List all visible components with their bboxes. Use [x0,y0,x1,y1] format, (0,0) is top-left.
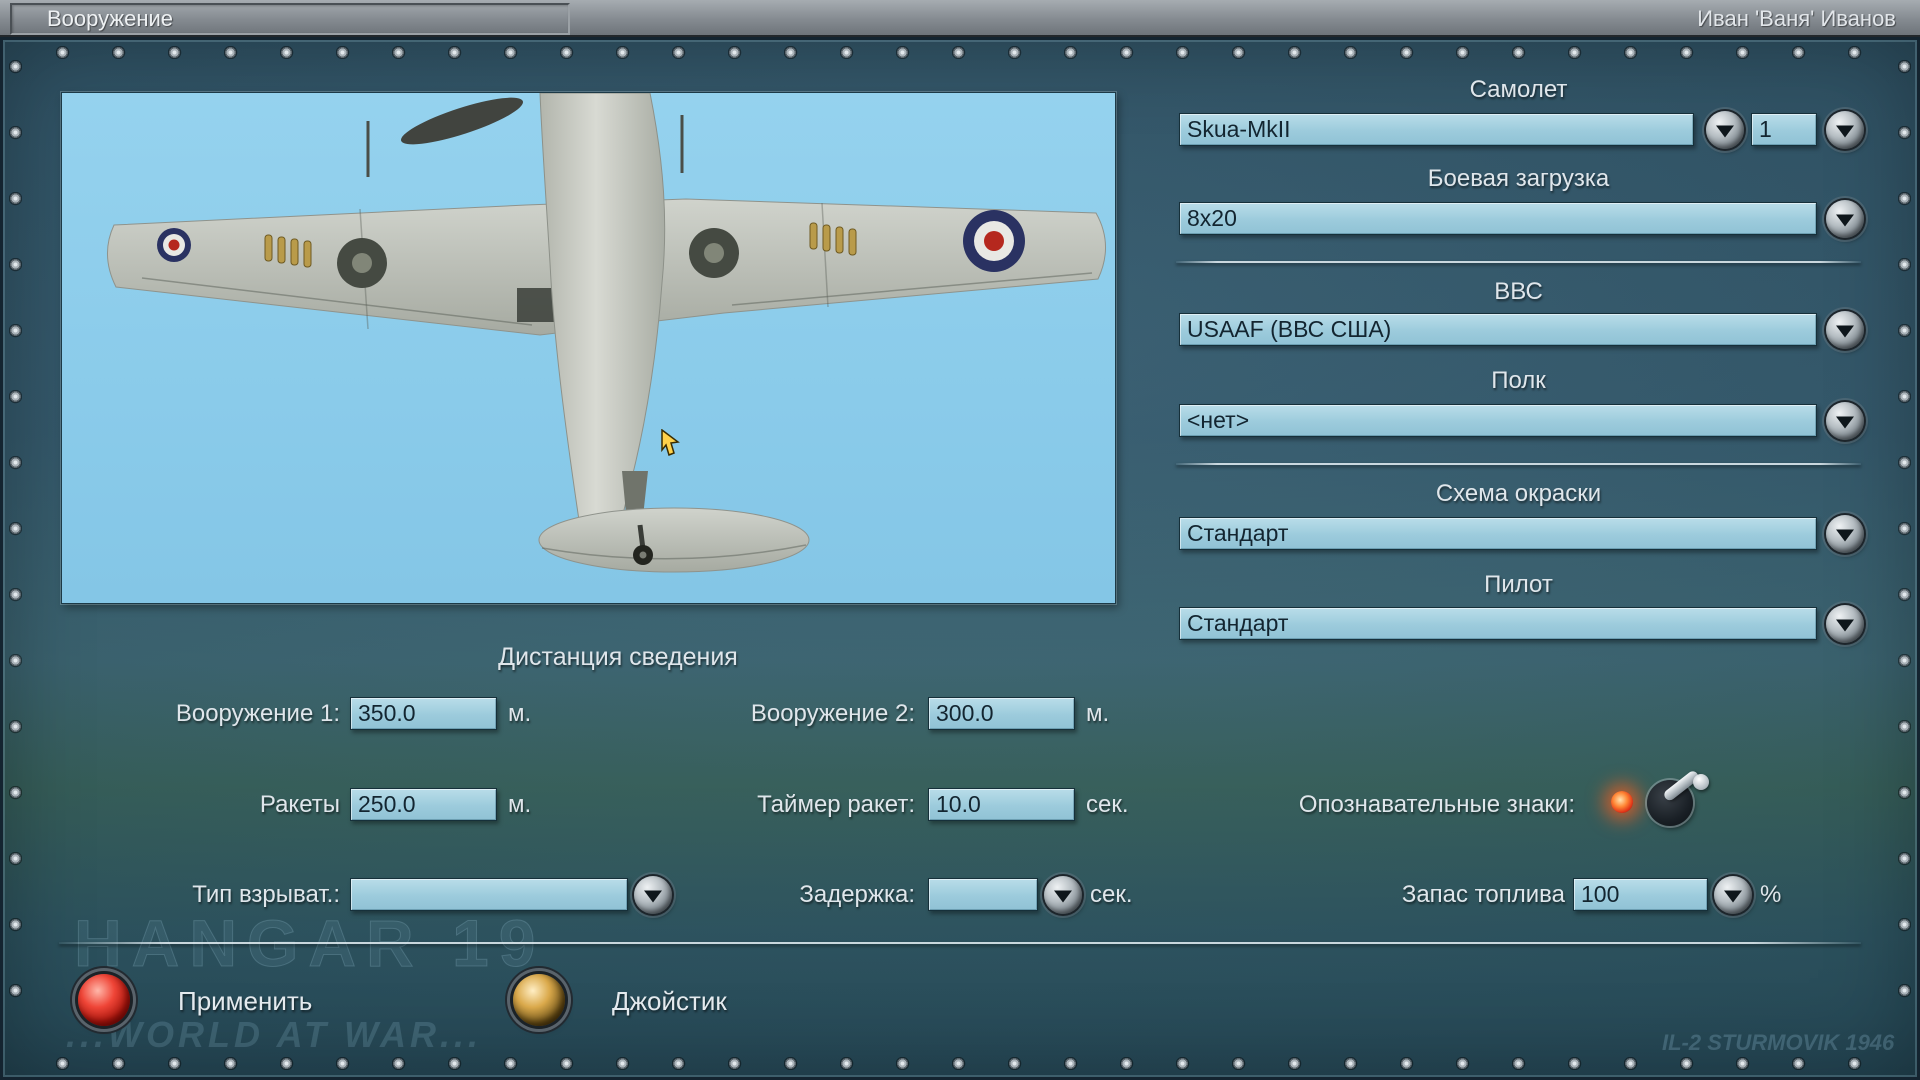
delay-label: Задержка: [640,878,915,911]
convergence-title: Дистанция сведения [398,641,838,674]
regiment-dropdown-button[interactable] [1826,402,1864,440]
markings-toggle[interactable] [1605,772,1725,832]
player-name: Иван 'Ваня' Иванов [1697,6,1896,32]
chevron-down-icon [1836,416,1854,428]
separator [1176,463,1861,465]
delay-dropdown-button[interactable] [1044,876,1082,914]
chevron-down-icon [1836,619,1854,631]
fuel-input[interactable]: 100 [1573,878,1708,911]
markings-label: Опознавательные знаки: [1150,788,1575,821]
plane-count-dropdown-button[interactable] [1826,111,1864,149]
apply-button[interactable] [78,974,130,1026]
delay-unit: сек. [1090,878,1133,911]
chevron-down-icon [1836,325,1854,337]
weapon2-label: Вооружение 2: [640,697,915,730]
paint-scheme-label: Схема окраски [1176,477,1861,510]
weapon1-unit: м. [508,697,531,730]
screws-left [9,60,22,1050]
plane-label: Самолет [1176,73,1861,106]
rocket-timer-input[interactable]: 10.0 [928,788,1075,821]
regiment-label: Полк [1176,364,1861,397]
rockets-unit: м. [508,788,531,821]
paint-scheme-select[interactable]: Стандарт [1179,517,1817,550]
pilot-label: Пилот [1176,568,1861,601]
screws-bottom [56,1057,1864,1070]
loadout-select[interactable]: 8x20 [1179,202,1817,235]
pilot-select[interactable]: Стандарт [1179,607,1817,640]
rocket-timer-unit: сек. [1086,788,1129,821]
loadout-dropdown-button[interactable] [1826,200,1864,238]
fuel-dropdown-button[interactable] [1714,876,1752,914]
regiment-select[interactable]: <нет> [1179,404,1817,437]
chevron-down-icon [1836,214,1854,226]
pilot-dropdown-button[interactable] [1826,605,1864,643]
screws-top [56,46,1864,59]
fuel-unit: % [1760,878,1781,911]
top-bar: Вооружение Иван 'Ваня' Иванов [0,0,1920,37]
aircraft-preview[interactable] [61,92,1116,604]
plane-select-dropdown-button[interactable] [1706,111,1744,149]
plane-select[interactable]: Skua-MkII [1179,113,1694,146]
fuse-type-select[interactable] [350,878,628,911]
screws-right [1898,60,1911,1050]
airforce-dropdown-button[interactable] [1826,311,1864,349]
delay-select[interactable] [928,878,1038,911]
chevron-down-icon [1836,529,1854,541]
joystick-button-label: Джойстик [612,986,727,1017]
airforce-label: ВВС [1176,275,1861,308]
rockets-input[interactable]: 250.0 [350,788,497,821]
mouse-cursor-icon [661,429,683,459]
joystick-button[interactable] [513,974,565,1026]
separator [1176,261,1861,263]
weapon1-label: Вооружение 1: [60,697,340,730]
weapon1-input[interactable]: 350.0 [350,697,497,730]
indicator-lamp-icon [1611,791,1633,813]
aircraft-preview-render [62,93,1115,603]
paint-scheme-dropdown-button[interactable] [1826,515,1864,553]
hangar-armament-screen: Вооружение Иван 'Ваня' Иванов HANGAR 19 … [0,0,1920,1080]
footer-separator [59,942,1861,944]
rocket-timer-label: Таймер ракет: [640,788,915,821]
chevron-down-icon [1716,125,1734,137]
airforce-select[interactable]: USAAF (ВВС США) [1179,313,1817,346]
plane-count-select[interactable]: 1 [1751,113,1817,146]
chevron-down-icon [1836,125,1854,137]
fuse-type-label: Тип взрыват.: [60,878,340,911]
fuel-label: Запас топлива [1260,878,1565,911]
toggle-knob-icon [1693,774,1709,790]
chevron-down-icon [1724,890,1742,902]
loadout-label: Боевая загрузка [1176,162,1861,195]
screen-title: Вооружение [47,6,173,32]
chevron-down-icon [1054,890,1072,902]
rockets-label: Ракеты [60,788,340,821]
weapon2-unit: м. [1086,697,1109,730]
apply-button-label: Применить [178,986,312,1017]
weapon2-input[interactable]: 300.0 [928,697,1075,730]
